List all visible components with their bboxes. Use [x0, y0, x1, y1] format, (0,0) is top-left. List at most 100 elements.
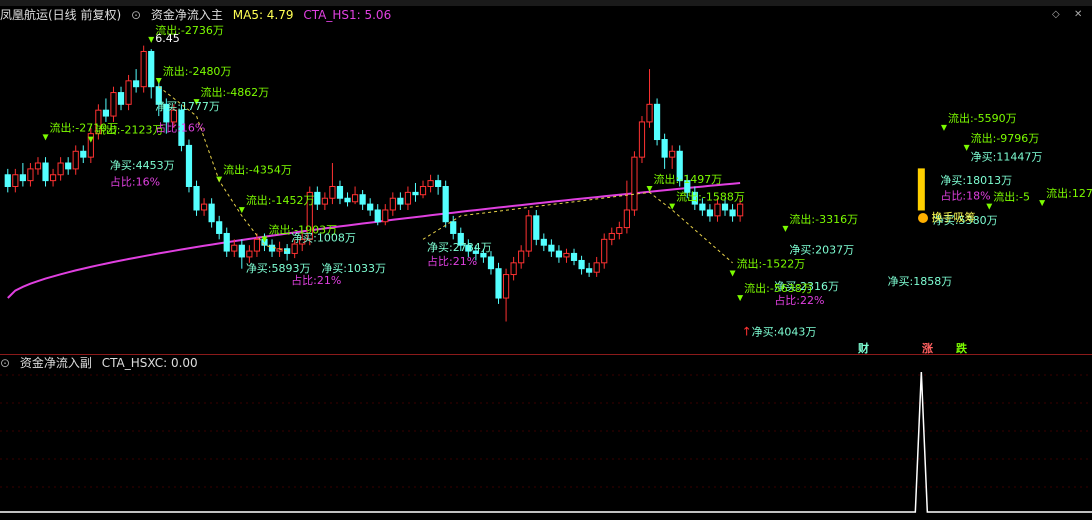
down-arrow-icon: [986, 203, 993, 210]
candle-body: [616, 227, 623, 234]
down-arrow-icon: [42, 134, 49, 141]
candle-body: [578, 259, 585, 270]
down-arrow-icon: [1039, 200, 1046, 207]
candle-body: [133, 80, 140, 88]
annotation-outflow: 流出:-3316万: [789, 212, 858, 226]
annotation-outflow: 流出:-1452万: [246, 193, 315, 207]
annotation-outflow: 流出:127: [1046, 186, 1092, 200]
candle-body: [570, 252, 578, 261]
candle-body: [608, 232, 615, 240]
candle-body: [193, 186, 200, 211]
marker-cai: 财: [858, 342, 869, 355]
annotation-outflow: 流出:-9796万: [971, 131, 1040, 145]
candle-body: [359, 194, 366, 205]
annotation-ratio: 占比:21%: [427, 254, 477, 268]
candle-body: [419, 186, 427, 196]
candle-body: [601, 238, 608, 264]
annotation-inflow: 净买:2037万: [789, 242, 854, 256]
candle-body: [12, 174, 19, 188]
candle-body: [382, 209, 389, 223]
candle-body: [404, 191, 412, 205]
down-arrow-icon: [963, 144, 970, 151]
candle-body: [706, 209, 714, 217]
candle-body: [291, 243, 298, 254]
candle-body: [223, 232, 230, 252]
marker-zhang: 涨: [922, 342, 933, 355]
candle-body: [487, 256, 495, 270]
candle-body: [34, 162, 42, 170]
candle-body: [231, 244, 238, 252]
annotation-outflow: 流出:-2123万: [95, 123, 164, 137]
annotation-ratio: 占比:16%: [155, 120, 205, 134]
annotation-outflow: 流出:-5638万: [744, 281, 813, 295]
candle-body: [374, 209, 381, 223]
candle-body: [729, 209, 736, 217]
annotation-inflow: 净买:1008万: [291, 231, 356, 245]
candle-body: [669, 150, 676, 158]
candle-body: [336, 186, 344, 199]
candle-body: [533, 215, 540, 240]
candle-body: [638, 121, 646, 158]
candle-body: [140, 50, 147, 88]
candlestick-chart[interactable]: 流出:-2736万6.45流出:-2480万流出:-2710万流出:-2123万…: [0, 0, 1092, 520]
candle-body: [246, 250, 253, 258]
candle-body: [525, 215, 532, 252]
candle-body: [389, 197, 396, 211]
candle-body: [4, 174, 11, 188]
candle-body: [19, 174, 26, 182]
candle-body: [563, 252, 570, 258]
min-price-arrow: ↑: [742, 325, 752, 339]
annotation-ratio: 占比:18%: [940, 188, 990, 202]
candle-body: [367, 203, 374, 211]
candle-body: [427, 180, 434, 187]
down-arrow-icon: [782, 225, 789, 232]
candle-body: [510, 262, 517, 276]
annotation-inflow: 净买:5893万: [246, 261, 311, 275]
candle-body: [351, 194, 359, 203]
candle-body: [714, 203, 721, 217]
candle-body: [321, 197, 328, 205]
candle-body: [185, 144, 193, 188]
down-arrow-icon: [737, 295, 744, 302]
annotation-inflow: 净买:4453万: [110, 158, 175, 172]
annotation-inflow: 净买:11447万: [971, 150, 1043, 164]
down-arrow-icon: [155, 77, 162, 84]
candle-body: [72, 150, 79, 170]
candle-body: [661, 139, 668, 158]
candle-body: [623, 209, 630, 229]
candle-body: [646, 103, 653, 123]
hsxc-line: [0, 371, 1092, 513]
marker-die: 跌: [956, 342, 967, 355]
candle-body: [435, 180, 442, 187]
candle-body: [593, 262, 600, 273]
annotation-inflow: 净买:1777万: [155, 99, 220, 113]
candle-body: [495, 268, 502, 299]
candle-body: [216, 221, 223, 234]
badge-label: 换手吸筹: [918, 209, 976, 225]
candle-body: [699, 203, 706, 211]
annotation-outflow: 流出:-2480万: [163, 64, 232, 78]
candle-body: [148, 50, 155, 88]
candle-body: [42, 162, 49, 182]
candle-body: [502, 274, 510, 299]
candle-body: [518, 250, 525, 264]
candle-body: [737, 203, 744, 217]
annotation-outflow: 流出:-4862万: [201, 85, 270, 99]
down-arrow-icon: [238, 207, 245, 214]
candle-body: [117, 92, 125, 105]
down-arrow-icon: [729, 270, 736, 277]
annotation-inflow: 净买:18013万: [940, 173, 1012, 187]
annotation-inflow: 净买:2784万: [427, 240, 492, 254]
candle-body: [442, 186, 449, 223]
candle-body: [653, 103, 661, 141]
candle-body: [314, 191, 321, 205]
candle-body: [200, 203, 208, 211]
annotation-outflow: 流出:-5590万: [948, 111, 1017, 125]
down-arrow-icon: [148, 36, 155, 43]
candle-body: [49, 174, 57, 182]
candle-body: [548, 244, 555, 252]
candle-body: [125, 80, 132, 105]
candle-body: [27, 168, 34, 182]
candle-body: [80, 150, 87, 158]
candle-body: [344, 197, 351, 203]
